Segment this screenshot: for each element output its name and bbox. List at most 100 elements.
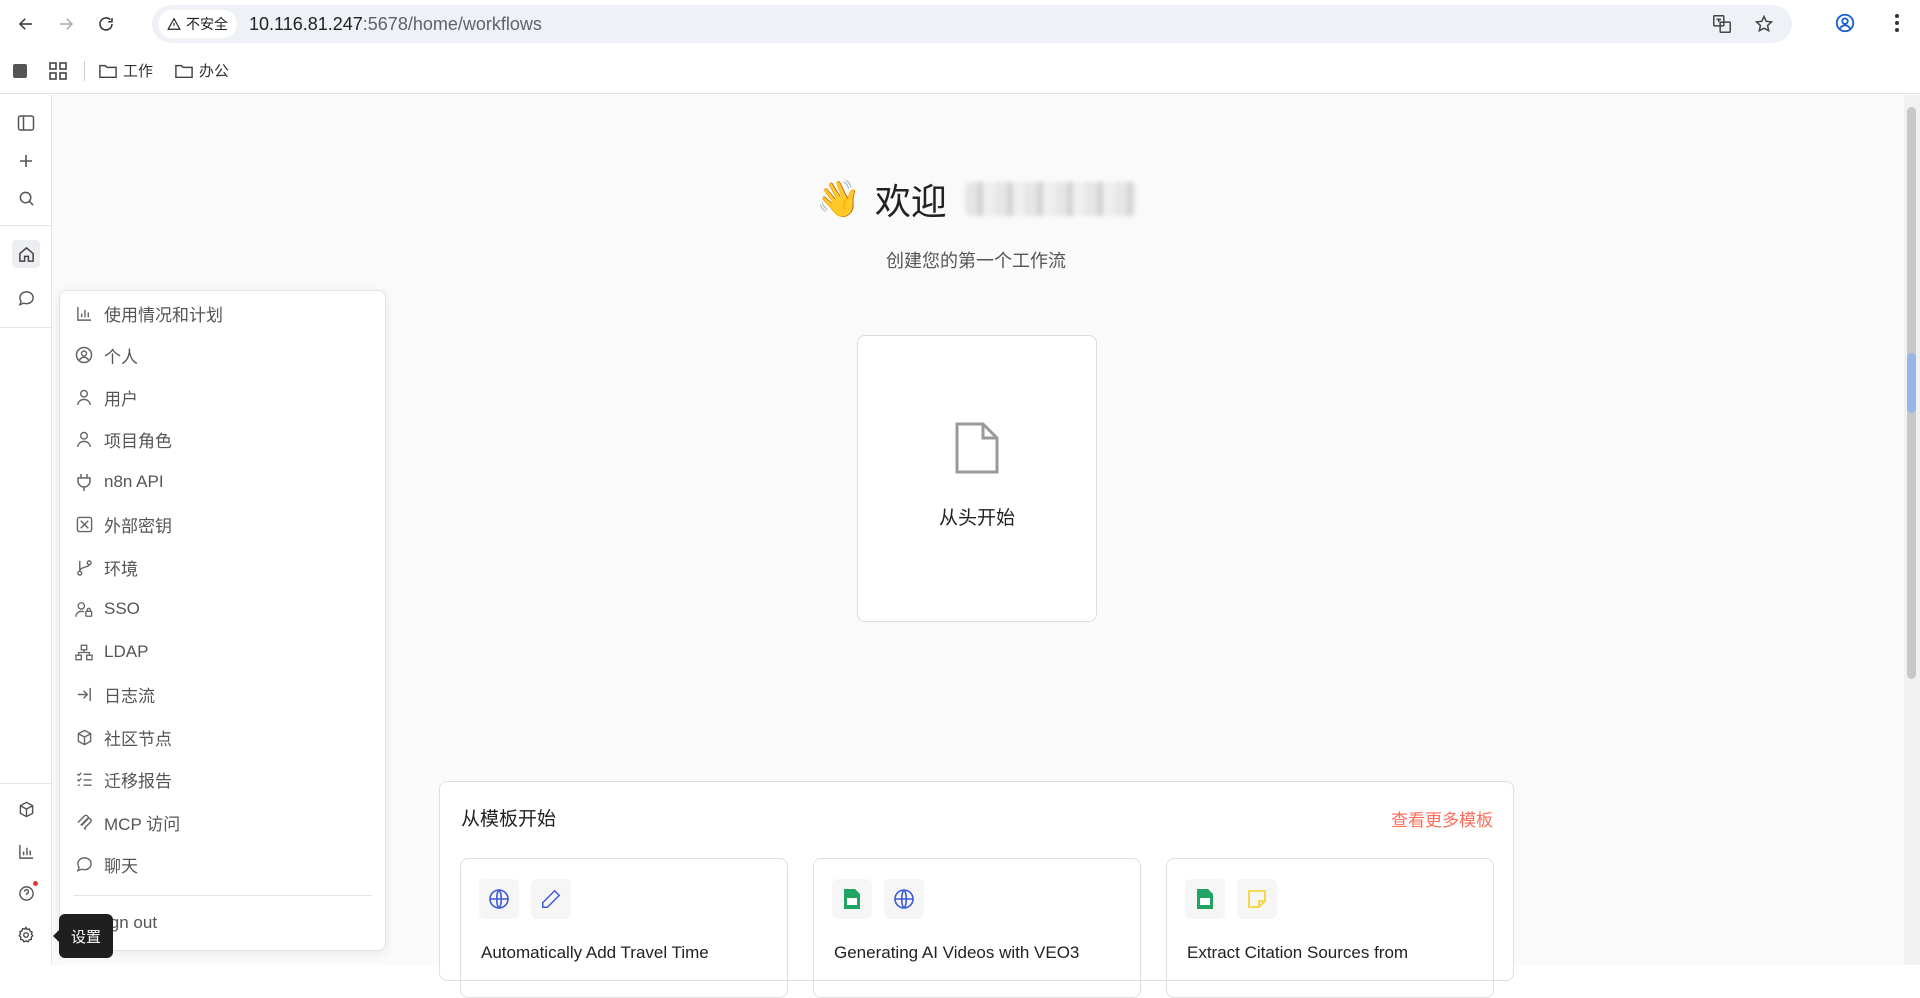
menu-item-community-nodes[interactable]: 社区节点 xyxy=(74,721,374,753)
menu-item-mcp-access[interactable]: MCP 访问 xyxy=(74,806,374,838)
menu-item-log-streaming[interactable]: 日志流 xyxy=(74,678,374,710)
help-icon[interactable] xyxy=(12,879,40,907)
template-title: Extract Citation Sources from xyxy=(1187,943,1409,962)
menu-item-label: 社区节点 xyxy=(104,729,172,749)
template-title: Generating AI Videos with VEO3 xyxy=(834,943,1080,962)
menu-item-migration-report[interactable]: 迁移报告 xyxy=(74,763,374,795)
collapse-sidebar-icon[interactable] xyxy=(12,109,40,137)
menu-item-label: 迁移报告 xyxy=(104,771,172,791)
sidebar-divider xyxy=(0,225,52,226)
url-path: :5678/home/workflows xyxy=(362,13,542,34)
menu-item-external-secrets[interactable]: 外部密钥 xyxy=(74,508,374,540)
network-icon xyxy=(74,642,94,662)
git-branch-icon xyxy=(74,557,94,577)
menu-item-label: n8n API xyxy=(104,472,164,491)
menu-item-usage[interactable]: 使用情况和计划 xyxy=(74,297,374,329)
menu-item-project-roles[interactable]: 项目角色 xyxy=(74,423,374,455)
forward-icon[interactable] xyxy=(52,10,80,38)
file-icon xyxy=(953,420,1001,481)
menu-item-sign-out[interactable]: ign out xyxy=(106,907,406,939)
menu-item-label: 项目角色 xyxy=(104,431,172,451)
menu-divider xyxy=(74,895,372,896)
vault-icon xyxy=(74,514,94,534)
bookmarks-divider xyxy=(84,60,85,81)
menu-item-label: SSO xyxy=(104,599,140,618)
folder-icon xyxy=(99,64,117,78)
menu-item-chat[interactable]: 聊天 xyxy=(74,848,374,880)
template-card[interactable]: Generating AI Videos with VEO3 xyxy=(813,858,1141,998)
bookmark-folder-office[interactable]: 办公 xyxy=(175,60,229,81)
address-bar[interactable]: 不安全 10.116.81.247:5678/home/workflows xyxy=(152,5,1792,43)
reload-icon[interactable] xyxy=(92,10,120,38)
bookmark-folder-work[interactable]: 工作 xyxy=(99,60,153,81)
sidebar-divider xyxy=(0,783,52,784)
template-card[interactable]: Automatically Add Travel Time xyxy=(460,858,788,998)
menu-item-label: 聊天 xyxy=(104,856,138,876)
user-icon xyxy=(74,429,94,449)
bookmark-label: 办公 xyxy=(199,63,230,80)
list-checks-icon xyxy=(74,769,94,789)
security-chip[interactable]: 不安全 xyxy=(158,10,237,38)
menu-item-personal[interactable]: 个人 xyxy=(74,339,374,371)
templates-section: 从模板开始 查看更多模板 Automatically Add Travel Ti… xyxy=(439,781,1514,998)
view-more-templates-link[interactable]: 查看更多模板 xyxy=(1391,806,1493,831)
user-circle-icon xyxy=(74,345,94,365)
template-title: Automatically Add Travel Time xyxy=(481,943,709,962)
url-text[interactable]: 10.116.81.247:5678/home/workflows xyxy=(249,14,542,35)
sidebar-divider xyxy=(0,327,52,328)
warning-icon xyxy=(167,17,181,30)
start-from-scratch-card[interactable]: 从头开始 xyxy=(857,335,1097,622)
profile-icon[interactable] xyxy=(1832,10,1858,36)
user-icon xyxy=(74,387,94,407)
box-icon xyxy=(74,727,94,747)
notification-dot xyxy=(33,881,38,886)
scrollbar-highlight xyxy=(1907,353,1916,413)
template-card[interactable]: Extract Citation Sources from xyxy=(1166,858,1494,998)
log-in-icon xyxy=(74,684,94,704)
app-stop-icon[interactable] xyxy=(8,59,32,83)
menu-item-ldap[interactable]: LDAP xyxy=(74,636,374,668)
cube-icon[interactable] xyxy=(12,795,40,823)
bookmark-label: 工作 xyxy=(123,63,154,80)
bar-chart-icon[interactable] xyxy=(12,837,40,865)
sticky-note-icon xyxy=(1237,879,1277,919)
translate-icon[interactable] xyxy=(1710,12,1734,36)
google-sheets-icon xyxy=(832,879,872,919)
apps-grid-icon[interactable] xyxy=(46,59,70,83)
more-menu-icon[interactable] xyxy=(1884,10,1910,36)
menu-item-label: 日志流 xyxy=(104,686,155,706)
chat-icon xyxy=(74,854,94,874)
menu-item-label: 用户 xyxy=(104,389,138,409)
security-label: 不安全 xyxy=(186,16,228,32)
globe-icon xyxy=(479,879,519,919)
menu-item-label: LDAP xyxy=(104,642,149,661)
page-scrollbar[interactable] xyxy=(1904,95,1920,965)
bookmarks-bar: 工作 办公 xyxy=(0,48,1920,94)
menu-item-environments[interactable]: 环境 xyxy=(74,551,374,583)
welcome-heading: 👋 欢迎 xyxy=(816,175,1137,223)
pencil-icon xyxy=(531,879,571,919)
star-icon[interactable] xyxy=(1752,12,1776,36)
blurred-username xyxy=(964,182,1137,216)
menu-item-label: 个人 xyxy=(104,347,138,367)
menu-item-label: ign out xyxy=(106,913,158,932)
app-main: 👋 欢迎 创建您的第一个工作流 从头开始 从模板开始 查看更多模板 Automa… xyxy=(0,95,1920,998)
browser-toolbar: 不安全 10.116.81.247:5678/home/workflows xyxy=(0,0,1920,48)
search-icon[interactable] xyxy=(12,184,40,212)
menu-item-users[interactable]: 用户 xyxy=(74,381,374,413)
menu-item-sso[interactable]: SSO xyxy=(74,593,374,625)
url-host: 10.116.81.247 xyxy=(249,13,363,34)
user-lock-icon xyxy=(74,599,94,619)
mcp-icon xyxy=(74,812,94,832)
welcome-text: 欢迎 xyxy=(874,181,947,222)
back-icon[interactable] xyxy=(12,10,40,38)
chat-icon[interactable] xyxy=(12,284,40,312)
sidebar xyxy=(0,95,52,965)
menu-item-n8n-api[interactable]: n8n API xyxy=(74,466,374,498)
menu-item-label: 环境 xyxy=(104,559,138,579)
wave-icon: 👋 xyxy=(816,178,861,219)
globe-icon xyxy=(884,879,924,919)
plus-icon[interactable] xyxy=(12,147,40,175)
gear-icon[interactable] xyxy=(12,921,40,949)
plug-icon xyxy=(74,472,94,492)
